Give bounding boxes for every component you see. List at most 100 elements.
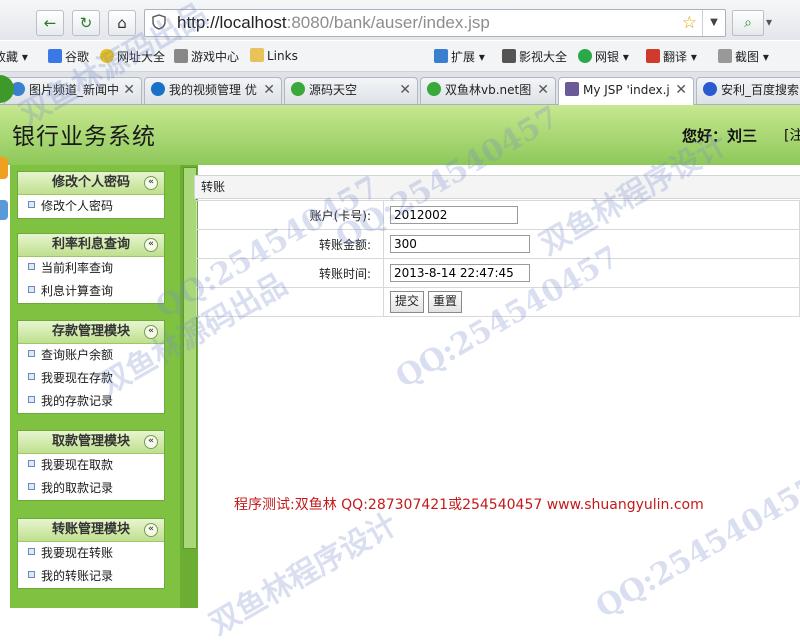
home-icon: ⌂ <box>117 14 127 32</box>
bookmark-games[interactable]: 游戏中心 <box>174 48 239 65</box>
logout-link[interactable]: [注 <box>784 125 800 145</box>
tab-4-active[interactable]: My JSP 'index.j ✕ <box>558 77 694 105</box>
refresh-icon: ↻ <box>79 14 93 32</box>
tab-1[interactable]: 我的视频管理 优 ✕ <box>144 77 282 104</box>
bullet-icon <box>28 286 35 293</box>
sites-icon <box>100 49 114 63</box>
collapse-icon[interactable]: « <box>144 435 158 449</box>
collapse-icon[interactable]: « <box>144 523 158 537</box>
translate-icon <box>646 49 660 63</box>
menu-header[interactable]: 取款管理模块 « <box>18 431 164 454</box>
bullet-icon <box>28 460 35 467</box>
tab-favicon-icon <box>151 82 165 96</box>
bookmarks-bar: 收藏 ▾ 谷歌 网址大全 游戏中心 Links 扩展 ▾ 影视大全 网银 ▾ 翻… <box>0 41 800 72</box>
time-input[interactable] <box>390 264 530 282</box>
transfer-form-table: 账户(卡号): 转账金额: 转账时间: 提交重置 <box>196 200 800 317</box>
tab-close-icon[interactable]: ✕ <box>537 78 549 102</box>
account-input[interactable] <box>390 206 518 224</box>
menu-item[interactable]: 当前利率查询 <box>18 257 164 280</box>
tab-3[interactable]: 双鱼林vb.net图 ✕ <box>420 77 556 104</box>
gamepad-icon <box>174 49 188 63</box>
bookmark-links[interactable]: Links <box>250 48 298 63</box>
site-banner: 银行业务系统 您好：刘三 [注 <box>0 105 800 165</box>
bookmark-bank[interactable]: 网银 ▾ <box>578 48 629 65</box>
extension-icon <box>434 49 448 63</box>
collapse-icon[interactable]: « <box>144 176 158 190</box>
tab-close-icon[interactable]: ✕ <box>123 78 135 102</box>
bullet-icon <box>28 263 35 270</box>
address-dropdown-icon[interactable]: ▼ <box>702 10 725 36</box>
tab-strip: 图片频道_新闻中 ✕ 我的视频管理 优 ✕ 源码天空 ✕ 双鱼林vb.net图 ✕ My… <box>0 72 800 105</box>
bookmark-google[interactable]: 谷歌 <box>48 48 89 65</box>
menu-item[interactable]: 我要现在存款 <box>18 367 164 390</box>
bookmark-screenshot[interactable]: 截图 ▾ <box>718 48 769 65</box>
google-icon <box>48 49 62 63</box>
time-label: 转账时间: <box>196 258 384 288</box>
tab-favicon-icon <box>291 82 305 96</box>
bookmark-extensions[interactable]: 扩展 ▾ <box>434 48 485 65</box>
tab-0[interactable]: 图片频道_新闻中 ✕ <box>4 77 142 104</box>
folder-icon <box>250 48 264 62</box>
address-url: http://localhost:8080/bank/auser/index.j… <box>177 13 490 32</box>
bullet-icon <box>28 350 35 357</box>
tab-5[interactable]: 安利_百度搜索 <box>696 77 800 104</box>
amount-input[interactable] <box>390 235 530 253</box>
menu-header[interactable]: 修改个人密码 « <box>18 172 164 195</box>
menu-item[interactable]: 利息计算查询 <box>18 280 164 303</box>
search-engine-button[interactable]: ⌕ <box>732 10 764 36</box>
search-icon: ⌕ <box>744 15 752 31</box>
account-label: 账户(卡号): <box>196 200 384 230</box>
tab-close-icon[interactable]: ✕ <box>399 78 411 102</box>
web-page: 银行业务系统 您好：刘三 [注 修改个人密码 « 修改个人密码 利率利息查询 « 当… <box>0 0 800 642</box>
menu-item[interactable]: 我的转账记录 <box>18 565 164 588</box>
tab-favicon-icon <box>703 82 717 96</box>
tab-close-icon[interactable]: ✕ <box>263 78 275 102</box>
bookmark-favorites[interactable]: 收藏 ▾ <box>0 48 28 65</box>
form-row-actions: 提交 重置 <box>196 287 800 317</box>
collapse-icon[interactable]: « <box>144 238 158 252</box>
tab-favicon-icon <box>427 82 441 96</box>
menu-header[interactable]: 存款管理模块 « <box>18 321 164 344</box>
bookmark-translate[interactable]: 翻译 ▾ <box>646 48 697 65</box>
shield-icon <box>152 14 166 30</box>
side-widget-icon[interactable] <box>0 157 8 179</box>
collapse-icon[interactable]: « <box>144 325 158 339</box>
form-title: 转账 <box>194 175 800 199</box>
bank-icon <box>578 49 592 63</box>
menu-item[interactable]: 我的存款记录 <box>18 390 164 413</box>
menu-withdraw: 取款管理模块 « 我要现在取款 我的取款记录 <box>17 430 165 501</box>
scissors-icon <box>718 49 732 63</box>
bullet-icon <box>28 396 35 403</box>
menu-header[interactable]: 转账管理模块 « <box>18 519 164 542</box>
reset-button[interactable]: 重置 <box>428 291 463 313</box>
menu-item[interactable]: 查询账户余额 <box>18 344 164 367</box>
side-widget-icon[interactable] <box>0 200 8 220</box>
credit-line: 程序测试:双鱼林 QQ:287307421或254540457 www.shua… <box>234 497 704 513</box>
tab-close-icon[interactable]: ✕ <box>675 78 687 102</box>
submit-button[interactable]: 提交 <box>390 291 425 313</box>
menu-item[interactable]: 我的取款记录 <box>18 477 164 500</box>
toolbar-more-icon[interactable]: ▾ <box>766 10 800 34</box>
menu-interest: 利率利息查询 « 当前利率查询 利息计算查询 <box>17 233 165 304</box>
bullet-icon <box>28 373 35 380</box>
back-arrow-icon: ← <box>43 14 57 32</box>
back-button[interactable]: ← <box>36 10 64 36</box>
address-bar[interactable]: http://localhost:8080/bank/auser/index.j… <box>144 9 726 37</box>
menu-header[interactable]: 利率利息查询 « <box>18 234 164 257</box>
transfer-form-area: 转账 账户(卡号): 转账金额: 转账时间: 提交重置 程序测试:双鱼林 QQ:… <box>194 171 800 608</box>
star-icon[interactable]: ☆ <box>682 13 697 33</box>
menu-item[interactable]: 我要现在取款 <box>18 454 164 477</box>
amount-label: 转账金额: <box>196 229 384 259</box>
tab-2[interactable]: 源码天空 ✕ <box>284 77 418 104</box>
bookmark-video[interactable]: 影视大全 <box>502 48 567 65</box>
home-button[interactable]: ⌂ <box>108 10 136 36</box>
refresh-button[interactable]: ↻ <box>72 10 100 36</box>
left-menu-panel: 修改个人密码 « 修改个人密码 利率利息查询 « 当前利率查询 利息计算查询 存款管… <box>10 165 198 608</box>
form-row-account: 账户(卡号): <box>196 200 800 230</box>
menu-deposit: 存款管理模块 « 查询账户余额 我要现在存款 我的存款记录 <box>17 320 165 414</box>
menu-item[interactable]: 我要现在转账 <box>18 542 164 565</box>
site-title: 银行业务系统 <box>12 124 156 150</box>
form-row-time: 转账时间: <box>196 258 800 288</box>
bookmark-sites[interactable]: 网址大全 <box>100 48 165 65</box>
menu-item[interactable]: 修改个人密码 <box>18 195 164 218</box>
